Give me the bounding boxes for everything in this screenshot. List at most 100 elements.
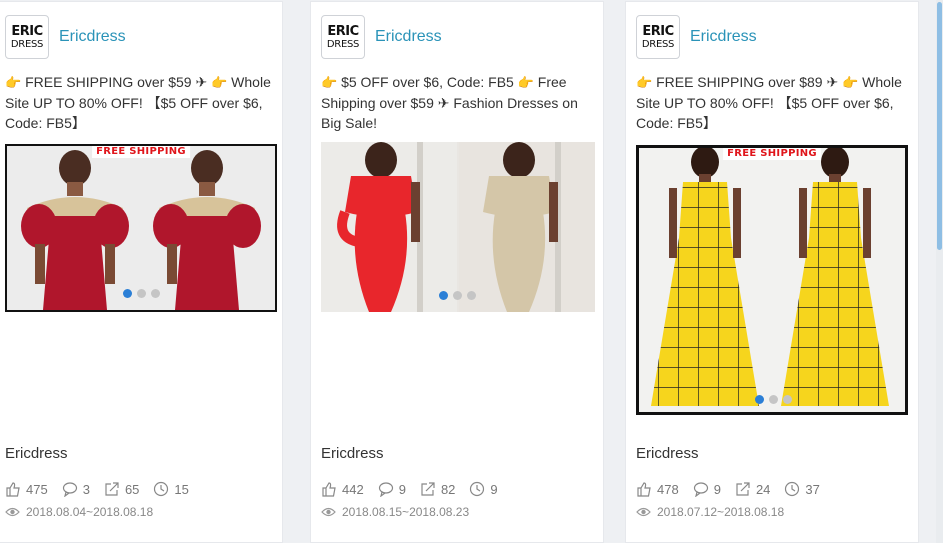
date-range: 2018.08.04~2018.08.18 xyxy=(26,505,154,519)
carousel-dot[interactable] xyxy=(783,395,792,404)
promo-text-part: FREE SHIPPING over $89 ✈ xyxy=(656,74,839,90)
shares-count: 24 xyxy=(755,481,771,497)
page-scrollbar[interactable] xyxy=(936,0,943,543)
free-shipping-banner: FREE SHIPPING xyxy=(723,148,821,160)
comment-icon xyxy=(378,482,393,497)
thumbs-up-icon xyxy=(637,482,651,497)
ad-card-2[interactable]: ERIC DRESS Ericdress 👉 $5 OFF over $6, C… xyxy=(310,1,604,543)
time-count: 9 xyxy=(490,481,498,497)
time-count: 37 xyxy=(805,481,820,497)
date-range: 2018.08.15~2018.08.23 xyxy=(342,505,470,519)
time-stat: 15 xyxy=(153,481,189,497)
shares-count: 65 xyxy=(124,481,140,497)
comments-stat: 9 xyxy=(378,481,406,497)
comments-stat: 9 xyxy=(693,481,721,497)
shares-count: 82 xyxy=(440,481,456,497)
engagement-stats: 478 9 24 37 xyxy=(636,481,834,497)
pointing-hand-icon: 👉 xyxy=(517,75,534,90)
brand-logo-subtext: DRESS xyxy=(10,38,44,50)
promo-text-part: $5 OFF over $6, Code: FB5 xyxy=(341,74,514,90)
brand-name-link[interactable]: Ericdress xyxy=(375,28,442,46)
scrollbar-thumb[interactable] xyxy=(937,2,942,250)
brand-row: ERIC DRESS Ericdress xyxy=(321,14,442,60)
free-shipping-banner: FREE SHIPPING xyxy=(92,146,190,158)
thumbs-up-icon xyxy=(6,482,20,497)
comment-icon xyxy=(693,482,708,497)
promo-text: 👉 $5 OFF over $6, Code: FB5 👉 Free Shipp… xyxy=(321,72,593,133)
product-image xyxy=(321,142,595,312)
product-image-carousel[interactable]: FREE SHIPPING xyxy=(5,144,277,312)
carousel-dot[interactable] xyxy=(453,291,462,300)
carousel-dots[interactable] xyxy=(7,289,275,298)
brand-name-link[interactable]: Ericdress xyxy=(690,28,757,46)
likes-stat: 475 xyxy=(5,481,48,497)
comments-stat: 3 xyxy=(62,481,90,497)
pointing-hand-icon: 👉 xyxy=(5,75,22,90)
pointing-hand-icon: 👉 xyxy=(636,75,653,90)
brand-logo-text: ERIC xyxy=(327,23,359,39)
brand-row: ERIC DRESS Ericdress xyxy=(636,14,757,60)
time-stat: 9 xyxy=(469,481,498,497)
carousel-dot-active[interactable] xyxy=(123,289,132,298)
carousel-dot-active[interactable] xyxy=(439,291,448,300)
time-stat: 37 xyxy=(784,481,820,497)
eye-icon xyxy=(636,507,651,517)
engagement-stats: 442 9 82 9 xyxy=(321,481,512,497)
promo-text: 👉 FREE SHIPPING over $59 ✈ 👉 Whole Site … xyxy=(5,72,272,133)
brand-logo-subtext: DRESS xyxy=(326,38,360,50)
likes-count: 478 xyxy=(657,481,679,497)
carousel-dot-active[interactable] xyxy=(755,395,764,404)
eye-icon xyxy=(321,507,336,517)
time-count: 15 xyxy=(174,481,189,497)
clock-icon xyxy=(154,481,169,497)
comments-count: 9 xyxy=(398,481,406,497)
comment-icon xyxy=(62,482,77,497)
ad-card-3[interactable]: ERIC DRESS Ericdress 👉 FREE SHIPPING ove… xyxy=(625,1,919,543)
date-range-row: 2018.07.12~2018.08.18 xyxy=(636,505,784,519)
carousel-dot[interactable] xyxy=(467,291,476,300)
comments-count: 9 xyxy=(713,481,721,497)
product-image xyxy=(639,148,905,412)
thumbs-up-icon xyxy=(322,482,336,497)
carousel-dot[interactable] xyxy=(769,395,778,404)
brand-logo[interactable]: ERIC DRESS xyxy=(321,15,365,59)
share-icon xyxy=(736,482,750,496)
shares-stat: 65 xyxy=(104,481,139,497)
engagement-stats: 475 3 65 15 xyxy=(5,481,203,497)
likes-count: 442 xyxy=(342,481,364,497)
brand-row: ERIC DRESS Ericdress xyxy=(5,14,126,60)
date-range: 2018.07.12~2018.08.18 xyxy=(657,505,785,519)
shares-stat: 24 xyxy=(735,481,770,497)
brand-logo-text: ERIC xyxy=(11,23,43,39)
promo-text: 👉 FREE SHIPPING over $89 ✈ 👉 Whole Site … xyxy=(636,72,908,133)
share-icon xyxy=(421,482,435,496)
date-range-row: 2018.08.15~2018.08.23 xyxy=(321,505,469,519)
advertiser-name[interactable]: Ericdress xyxy=(636,445,699,462)
likes-count: 475 xyxy=(26,481,48,497)
date-range-row: 2018.08.04~2018.08.18 xyxy=(5,505,153,519)
comments-count: 3 xyxy=(82,481,90,497)
product-image-carousel[interactable] xyxy=(321,142,595,312)
brand-logo[interactable]: ERIC DRESS xyxy=(5,15,49,59)
clock-icon xyxy=(785,481,800,497)
advertiser-name[interactable]: Ericdress xyxy=(321,445,384,462)
share-icon xyxy=(105,482,119,496)
likes-stat: 478 xyxy=(636,481,679,497)
carousel-dot[interactable] xyxy=(151,289,160,298)
brand-logo[interactable]: ERIC DRESS xyxy=(636,15,680,59)
product-image-carousel[interactable]: FREE SHIPPING xyxy=(636,145,908,415)
brand-name-link[interactable]: Ericdress xyxy=(59,28,126,46)
clock-icon xyxy=(470,481,485,497)
carousel-dot[interactable] xyxy=(137,289,146,298)
carousel-dots[interactable] xyxy=(321,291,595,300)
likes-stat: 442 xyxy=(321,481,364,497)
carousel-dots[interactable] xyxy=(639,395,905,404)
shares-stat: 82 xyxy=(420,481,455,497)
pointing-hand-icon: 👉 xyxy=(211,75,228,90)
pointing-hand-icon: 👉 xyxy=(321,75,338,90)
promo-text-part: FREE SHIPPING over $59 ✈ xyxy=(25,74,208,90)
product-image xyxy=(7,146,275,310)
advertiser-name[interactable]: Ericdress xyxy=(5,445,68,462)
ad-card-1[interactable]: ERIC DRESS Ericdress 👉 FREE SHIPPING ove… xyxy=(0,1,283,543)
brand-logo-text: ERIC xyxy=(642,23,674,39)
